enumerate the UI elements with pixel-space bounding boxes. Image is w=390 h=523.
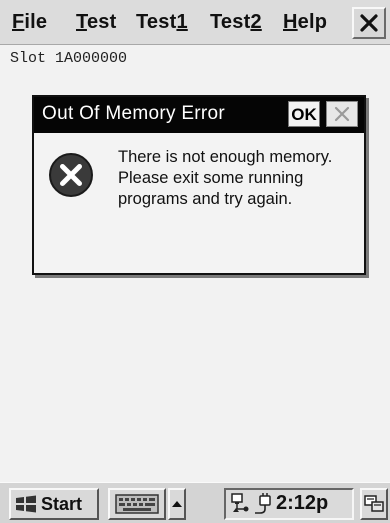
menu-test1-mnemonic: 1	[176, 11, 188, 33]
slot-text: Slot 1A000000	[10, 50, 128, 67]
error-dialog: Out Of Memory Error OK There is not enou…	[32, 95, 366, 275]
close-icon	[334, 106, 350, 122]
menu-test1[interactable]: Test1	[136, 8, 188, 36]
menu-test2-prefix: Test	[210, 11, 251, 33]
keyboard-icon	[115, 494, 159, 514]
menu-bar: File Test Test1 Test2 Help	[0, 0, 390, 45]
menu-file[interactable]: File	[12, 8, 47, 36]
keyboard-button[interactable]	[108, 488, 166, 520]
error-x-icon	[49, 153, 93, 197]
menu-test1-prefix: Test	[136, 11, 177, 33]
desktop-button[interactable]	[360, 488, 388, 520]
menu-file-rest: ile	[24, 11, 48, 33]
close-icon	[360, 14, 378, 32]
taskbar: Start 2:12p	[0, 482, 390, 523]
dialog-message: There is not enough memory. Please exit …	[118, 148, 333, 208]
input-panel-arrow-button[interactable]	[168, 488, 186, 520]
menu-test2[interactable]: Test2	[210, 8, 262, 36]
windows-flag-icon	[16, 495, 36, 513]
menu-test-mnemonic: T	[76, 11, 87, 33]
start-label: Start	[41, 494, 83, 514]
ok-button[interactable]: OK	[288, 101, 320, 127]
pocket-pc-screen: File Test Test1 Test2 Help Slot 1A000000…	[0, 0, 390, 523]
menu-file-mnemonic: F	[12, 11, 25, 33]
menu-help-mnemonic: H	[283, 11, 298, 33]
app-close-button[interactable]	[352, 7, 386, 39]
menu-test2-mnemonic: 2	[250, 11, 262, 33]
dialog-title: Out Of Memory Error	[42, 103, 226, 124]
power-plug-icon[interactable]	[254, 493, 274, 515]
dialog-close-button[interactable]	[326, 101, 358, 127]
menu-help[interactable]: Help	[283, 8, 327, 36]
up-arrow-icon	[172, 501, 182, 507]
network-icon[interactable]	[230, 493, 250, 515]
menu-help-rest: elp	[297, 11, 328, 33]
menu-test-rest: est	[86, 11, 117, 33]
dialog-titlebar: Out Of Memory Error OK	[34, 97, 364, 133]
desktop-icon	[364, 495, 384, 512]
start-button[interactable]: Start	[9, 488, 99, 520]
menu-test[interactable]: Test	[76, 8, 116, 36]
clock[interactable]: 2:12p	[276, 492, 328, 515]
system-tray: 2:12p	[224, 488, 354, 520]
